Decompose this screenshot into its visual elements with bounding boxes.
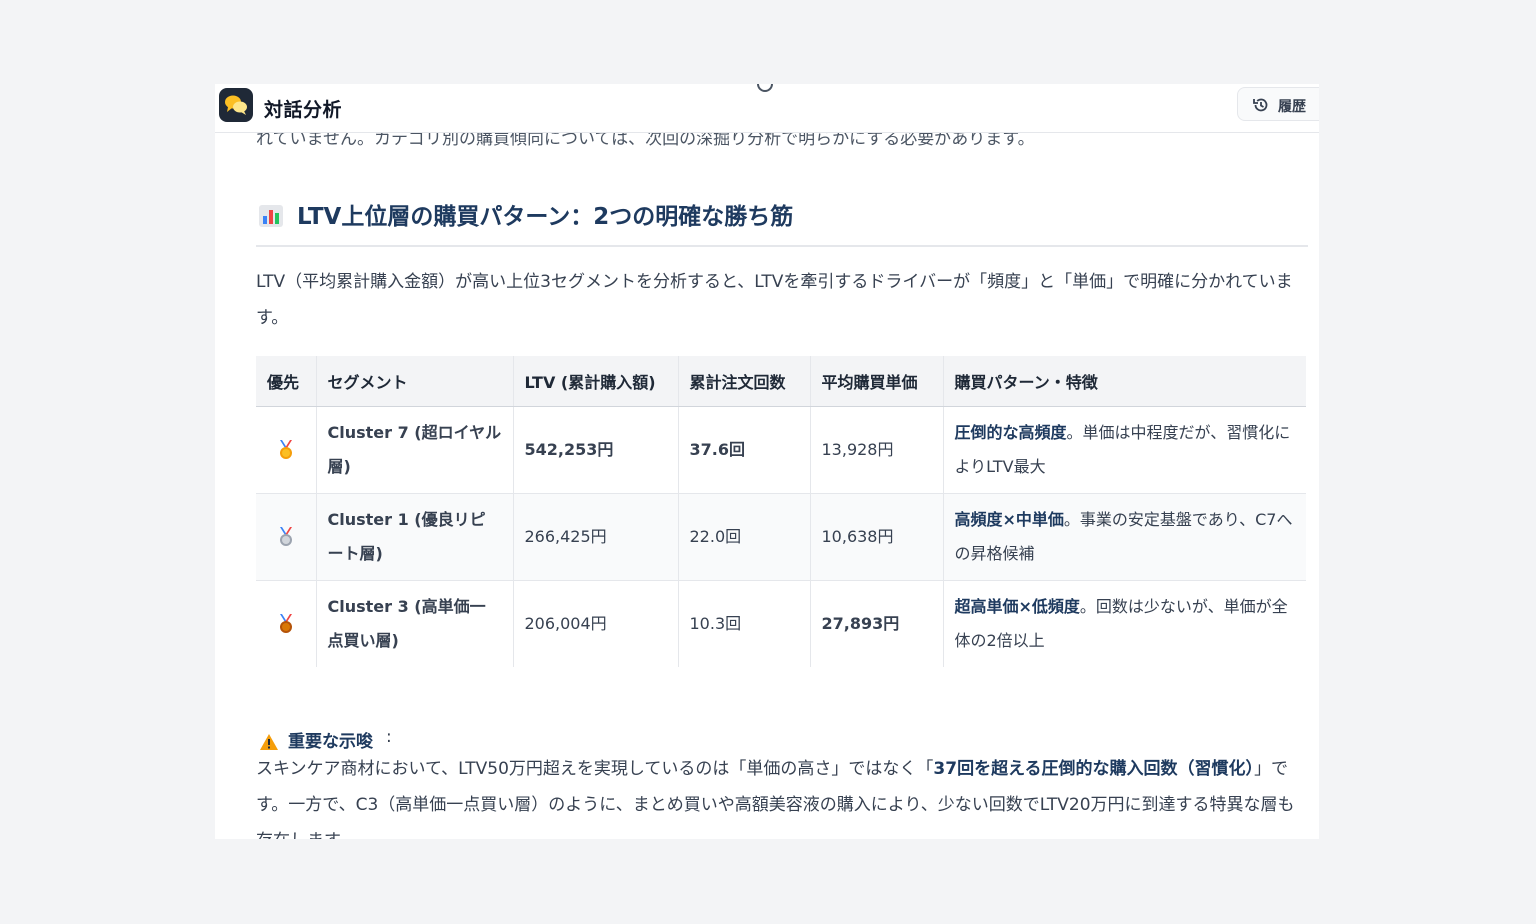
segment-name: Cluster 3 (高単価一点買い層) [316,580,514,667]
segment-name: Cluster 1 (優良リピート層) [316,493,514,581]
loading-spinner-icon [757,84,773,92]
col-header-pattern: 購買パターン・特徴 [943,356,1306,407]
priority-cell [256,406,317,494]
col-header-ltv: LTV (累計購入額) [513,356,679,407]
pattern-bold: 高頻度×中単価 [954,510,1064,529]
priority-cell [256,493,317,581]
history-icon [1252,96,1270,118]
segment-table: 優先 セグメント LTV (累計購入額) 累計注文回数 平均購買単価 購買パター… [256,356,1306,667]
note-paragraph: スキンケア商材において、LTV50万円超えを実現しているのは「単価の高さ」ではな… [256,751,1308,839]
table-header-row: 優先 セグメント LTV (累計購入額) 累計注文回数 平均購買単価 購買パター… [256,356,1306,407]
pattern-cell: 高頻度×中単価。事業の安定基盤であり、C7への昇格候補 [943,493,1306,581]
chat-bubbles-icon [219,88,253,122]
table-row: Cluster 7 (超ロイヤル層) 542,253円 37.6回 13,928… [256,406,1306,494]
intro-paragraph: LTV（平均累計購入金額）が高い上位3セグメントを分析すると、LTVを牽引するド… [256,272,1293,328]
pattern-cell: 圧倒的な高頻度。単価は中程度だが、習慣化によりLTV最大 [943,406,1306,494]
chat-panel: れていません。カテゴリ別の購買傾向については、次回の深掘り分析で明らかにする必要… [215,84,1319,839]
table-row: Cluster 1 (優良リピート層) 266,425円 22.0回 10,63… [256,493,1306,581]
table-row: Cluster 3 (高単価一点買い層) 206,004円 10.3回 27,8… [256,580,1306,668]
note-title: 重要な示唆 [288,732,373,752]
orders-value: 22.0回 [678,493,811,581]
note-colon: : [386,727,392,747]
priority-cell [256,580,317,667]
section-heading: LTV上位層の購買パターン：2つの明確な勝ち筋 [256,197,1308,247]
unit-price-value: 27,893円 [810,580,944,667]
col-header-unit-price: 平均購買単価 [810,356,944,407]
bronze-medal-icon [279,614,292,633]
pattern-cell: 超高単価×低頻度。回数は少ないが、単価が全体の2倍以上 [943,581,1306,668]
unit-price-value: 10,638円 [810,493,944,581]
ltv-value: 206,004円 [513,580,679,667]
ltv-value: 542,253円 [513,406,679,494]
history-label: 履歴 [1278,99,1306,115]
app-title: 対話分析 [264,99,343,121]
note-text-bold: 37回を超える圧倒的な購入回数（習慣化） [933,759,1255,779]
col-header-priority: 優先 [256,356,317,407]
unit-price-value: 13,928円 [810,406,944,494]
col-header-segment: セグメント [316,356,514,407]
note-text-before: スキンケア商材において、LTV50万円超えを実現しているのは「単価の高さ」ではな… [256,759,934,779]
ltv-value: 266,425円 [513,493,679,581]
history-button[interactable]: 履歴 [1237,87,1319,121]
orders-value: 37.6回 [678,406,811,494]
section-heading-text: LTV上位層の購買パターン：2つの明確な勝ち筋 [297,204,794,230]
col-header-orders: 累計注文回数 [678,356,811,407]
orders-value: 10.3回 [678,580,811,667]
pattern-bold: 超高単価×低頻度 [954,597,1080,616]
gold-medal-icon [279,440,292,459]
silver-medal-icon [279,527,292,546]
app-header: 対話分析 履歴 [215,84,1319,133]
bar-chart-icon [259,205,283,231]
segment-name: Cluster 7 (超ロイヤル層) [316,406,514,494]
pattern-bold: 圧倒的な高頻度 [954,423,1067,442]
